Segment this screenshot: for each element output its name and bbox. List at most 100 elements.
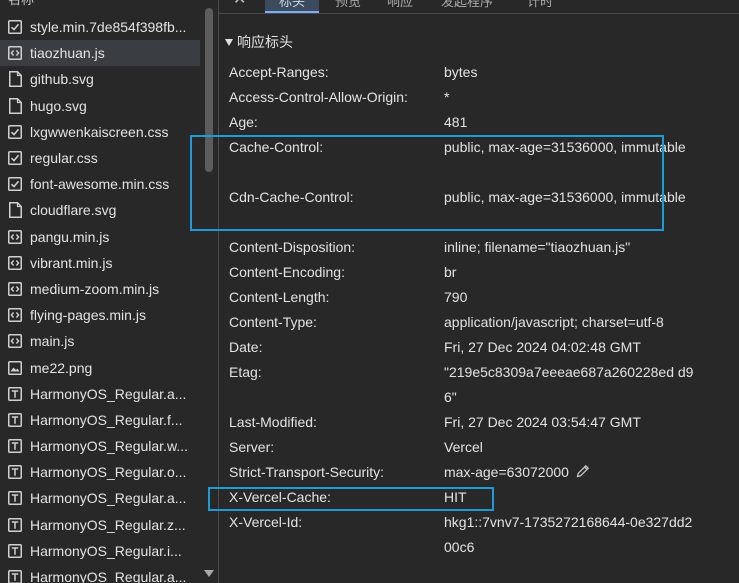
image-file-icon: [8, 97, 22, 114]
script-icon: [8, 255, 22, 271]
script-icon: [8, 281, 22, 297]
file-name: tiaozhuan.js: [30, 45, 105, 62]
file-name: HarmonyOS_Regular.w...: [30, 438, 188, 455]
response-headers-toggle[interactable]: 响应标头: [225, 32, 293, 52]
file-row[interactable]: regular.css: [0, 145, 200, 171]
image-file-icon: [8, 202, 22, 219]
file-name: medium-zoom.min.js: [30, 280, 160, 297]
header-value[interactable]: 790: [444, 285, 694, 310]
tab-timing[interactable]: 计时: [527, 0, 553, 13]
header-name: Content-Length:: [229, 289, 330, 305]
section-title: 响应标头: [237, 34, 293, 50]
file-row[interactable]: flying-pages.min.js: [0, 302, 200, 328]
header-name: Last-Modified:: [229, 414, 317, 430]
file-row[interactable]: HarmonyOS_Regular.o...: [0, 459, 200, 485]
file-row[interactable]: tiaozhuan.js: [0, 40, 200, 67]
file-row[interactable]: HarmonyOS_Regular.a...: [0, 381, 200, 407]
file-row[interactable]: pangu.min.js: [0, 224, 200, 250]
file-name: HarmonyOS_Regular.z...: [30, 516, 186, 533]
edit-pencil-icon[interactable]: [575, 462, 591, 487]
file-row[interactable]: cloudflare.svg: [0, 197, 200, 223]
font-icon: [8, 490, 22, 506]
file-row[interactable]: lxgwwenkaiscreen.css: [0, 119, 200, 145]
header-value[interactable]: *: [444, 85, 694, 110]
tab-headers[interactable]: 标头: [265, 0, 320, 13]
png-icon: [8, 360, 22, 376]
css-icon: [8, 150, 22, 166]
file-name: cloudflare.svg: [30, 202, 117, 219]
file-row[interactable]: github.svg: [0, 66, 200, 92]
header-value[interactable]: br: [444, 260, 694, 285]
script-icon: [8, 229, 22, 245]
header-value[interactable]: Fri, 27 Dec 2024 04:02:48 GMT: [444, 335, 694, 360]
file-name: flying-pages.min.js: [30, 307, 146, 324]
header-value[interactable]: application/javascript; charset=utf-8: [444, 310, 694, 335]
file-name: regular.css: [30, 150, 98, 167]
file-name: style.min.7de854f398fb...: [30, 19, 187, 36]
file-name: main.js: [30, 333, 75, 350]
file-name: lxgwwenkaiscreen.css: [30, 123, 169, 140]
file-row[interactable]: HarmonyOS_Regular.w...: [0, 433, 200, 459]
header-name: Age:: [229, 114, 258, 130]
font-icon: [8, 438, 22, 454]
file-name: me22.png: [30, 359, 93, 376]
list-header[interactable]: 名称: [0, 0, 200, 9]
file-row[interactable]: vibrant.min.js: [0, 250, 200, 276]
font-icon: [8, 386, 22, 402]
script-icon: [8, 307, 22, 323]
header-value[interactable]: hkg1::7vnv7-1735272168644-0e327dd200c6: [444, 510, 694, 560]
header-name: Date:: [229, 339, 263, 355]
file-name: HarmonyOS_Regular.o...: [30, 464, 187, 481]
header-name: X-Vercel-Id:: [229, 514, 303, 530]
x-vercel-cache-highlight-box: [208, 487, 494, 511]
header-value[interactable]: inline; filename="tiaozhuan.js": [444, 235, 694, 260]
header-name: Server:: [229, 439, 275, 455]
scroll-down-icon[interactable]: [204, 570, 214, 577]
file-row[interactable]: HarmonyOS_Regular.a...: [0, 564, 200, 583]
font-icon: [8, 412, 22, 428]
file-row[interactable]: medium-zoom.min.js: [0, 276, 200, 302]
header-name: Content-Type:: [229, 314, 317, 330]
file-name: HarmonyOS_Regular.i...: [30, 542, 182, 559]
file-name: HarmonyOS_Regular.a...: [30, 569, 187, 583]
header-value[interactable]: Vercel: [444, 435, 694, 460]
file-row[interactable]: style.min.7de854f398fb...: [0, 14, 200, 40]
tab-initiator[interactable]: 发起程序: [441, 0, 493, 13]
file-row[interactable]: me22.png: [0, 354, 200, 380]
file-name: pangu.min.js: [30, 228, 110, 245]
tab-response[interactable]: 响应: [387, 0, 413, 13]
file-row[interactable]: HarmonyOS_Regular.i...: [0, 538, 200, 564]
file-list: 名称 style.min.7de854f398fb... tiaozhuan.js…: [0, 0, 218, 583]
header-value[interactable]: "219e5c8309a7eeeae687a260228ed d96": [444, 360, 694, 410]
header-name: Etag:: [229, 364, 262, 380]
file-row[interactable]: hugo.svg: [0, 93, 200, 119]
close-icon[interactable]: ✕: [233, 0, 246, 10]
file-rows: style.min.7de854f398fb... tiaozhuan.js git…: [0, 14, 200, 583]
file-name: hugo.svg: [30, 97, 87, 114]
script-icon: [8, 333, 22, 349]
file-row[interactable]: HarmonyOS_Regular.a...: [0, 485, 200, 511]
header-name: Content-Encoding:: [229, 264, 345, 280]
header-name: Strict-Transport-Security:: [229, 464, 385, 480]
header-value[interactable]: Fri, 27 Dec 2024 03:54:47 GMT: [444, 410, 694, 435]
tab-preview[interactable]: 预览: [335, 0, 361, 13]
tab-bar: ✕ 标头 预览 响应 发起程序 计时: [219, 0, 739, 14]
file-name: vibrant.min.js: [30, 254, 113, 271]
file-row[interactable]: font-awesome.min.css: [0, 171, 200, 197]
header-value[interactable]: 481: [444, 110, 694, 135]
file-row[interactable]: HarmonyOS_Regular.z...: [0, 512, 200, 538]
css-icon: [8, 124, 22, 140]
header-value[interactable]: bytes: [444, 60, 694, 85]
file-name: font-awesome.min.css: [30, 176, 170, 193]
font-icon: [8, 543, 22, 559]
file-name: github.svg: [30, 71, 94, 88]
file-name: HarmonyOS_Regular.a...: [30, 490, 187, 507]
header-value[interactable]: max-age=63072000: [444, 460, 694, 487]
header-name: Access-Control-Allow-Origin:: [229, 89, 408, 105]
script-icon: [8, 45, 22, 61]
header-name: Content-Disposition:: [229, 239, 356, 255]
font-icon: [8, 569, 22, 583]
css-icon: [8, 19, 22, 35]
file-row[interactable]: HarmonyOS_Regular.f...: [0, 407, 200, 433]
file-row[interactable]: main.js: [0, 328, 200, 354]
